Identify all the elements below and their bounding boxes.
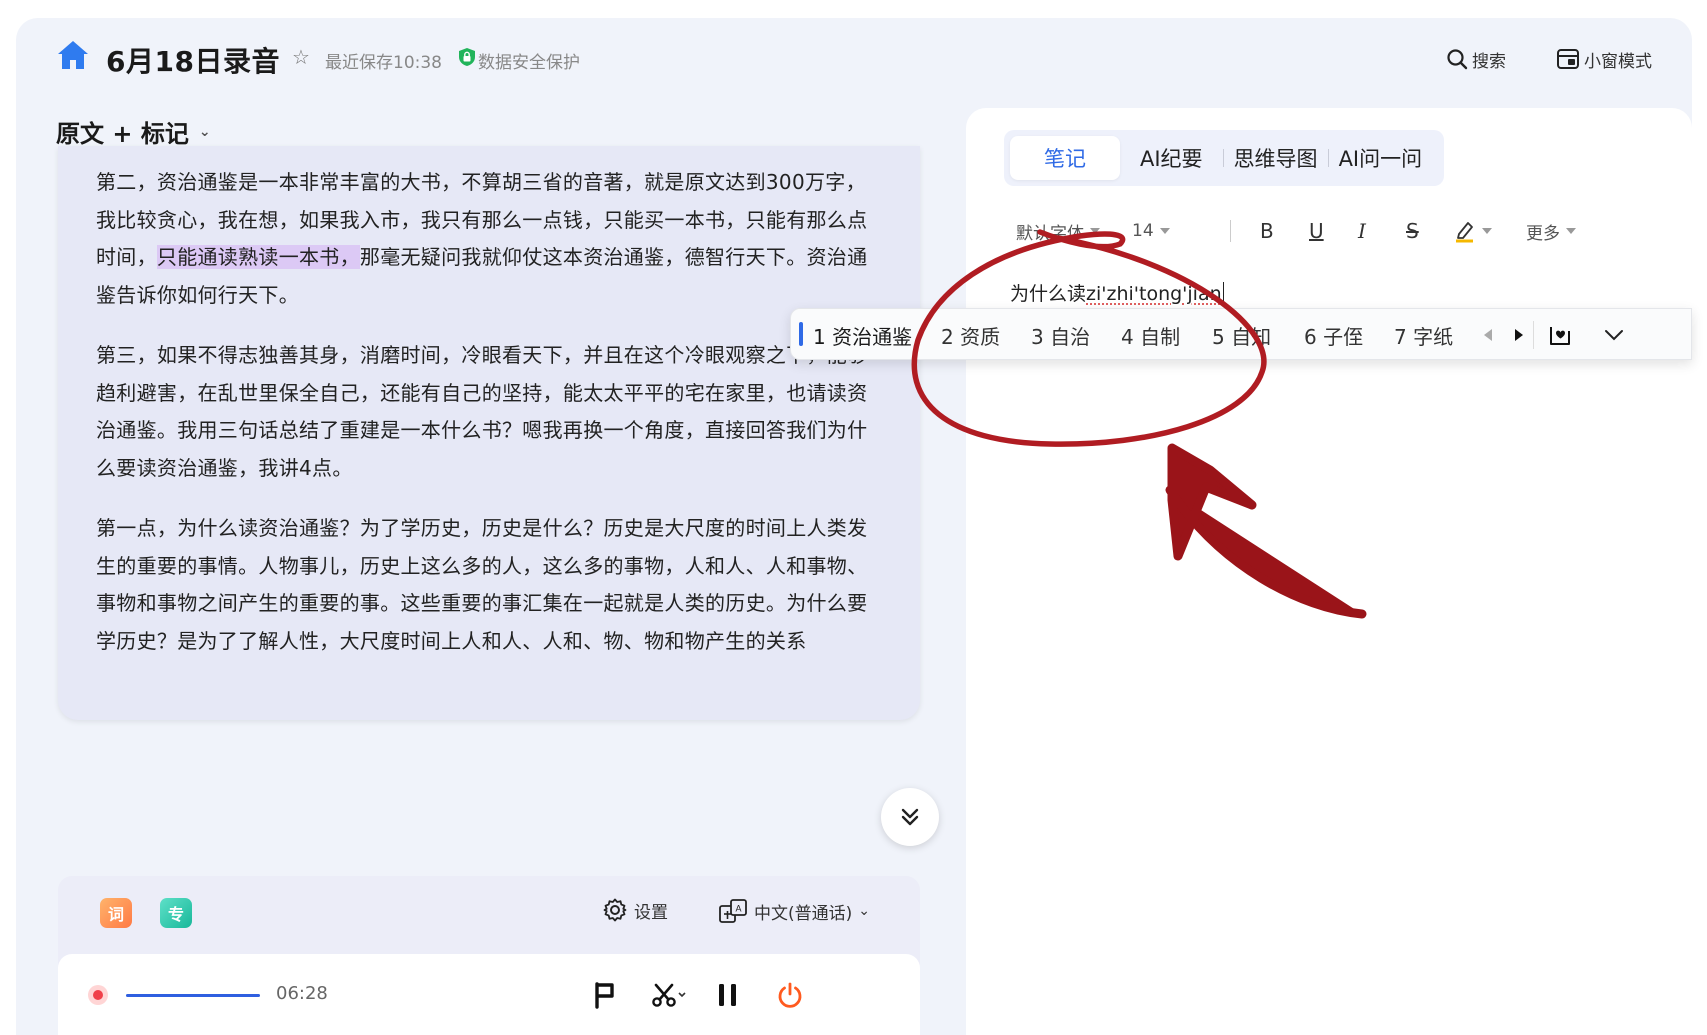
search-label: 搜索 — [1472, 51, 1506, 72]
language-dropdown[interactable]: A 中文(普通话) ⌄ — [718, 897, 870, 925]
gear-icon — [603, 898, 627, 922]
terminology-tag-button[interactable]: 专 — [160, 898, 192, 928]
tab-notes[interactable]: 笔记 — [1010, 136, 1120, 180]
recording-player: 06:28 — [58, 954, 920, 1035]
ime-candidate-bar: 1 资治通鉴 2 资质 3 自治 4 自制 5 自知 6 子侄 7 字纸 — [790, 308, 1692, 360]
ime-candidate-7[interactable]: 7 字纸 — [1394, 321, 1453, 350]
mini-window-button[interactable]: 小窗模式 — [1556, 44, 1652, 74]
tab-mind-map[interactable]: 思维导图 — [1224, 136, 1328, 180]
chevron-down-icon: ⌄ — [198, 123, 211, 140]
translate-icon: A — [719, 899, 747, 923]
settings-button[interactable]: 设置 — [602, 897, 668, 923]
ime-favorite-button[interactable] — [1546, 321, 1576, 349]
text-cursor — [1222, 282, 1225, 304]
heart-card-icon — [1550, 327, 1570, 345]
ime-candidate-5[interactable]: 5 自知 — [1212, 321, 1271, 350]
ime-divider — [1533, 321, 1534, 349]
language-label: 中文(普通话) — [754, 903, 853, 924]
mark-flag-button[interactable] — [588, 978, 622, 1012]
tab-ai-ask[interactable]: AI问一问 — [1329, 136, 1433, 180]
more-label: 更多 — [1526, 223, 1560, 244]
ime-expand-button[interactable] — [1599, 321, 1629, 349]
page-title: 6月18日录音 — [106, 45, 280, 78]
notes-tab-bar: 笔记 AI纪要 思维导图 AI问一问 — [1004, 130, 1444, 186]
format-toolbar: 默认字体 14 B U I S 更多 — [966, 216, 1692, 246]
chevron-down-icon — [1605, 330, 1623, 341]
font-size-value: 14 — [1132, 221, 1154, 241]
caret-down-icon — [1159, 228, 1170, 234]
pause-button[interactable] — [711, 978, 745, 1012]
save-status: 最近保存10:38 — [325, 53, 442, 73]
bold-button[interactable]: B — [1260, 216, 1274, 246]
pause-icon — [719, 984, 736, 1006]
ime-selection-marker — [799, 322, 803, 346]
chevron-down-icon: ⌄ — [858, 903, 870, 919]
transcript-panel[interactable]: 第二，资治通鉴是一本非常丰富的大书，不算胡三省的音著，就是原文达到300万字，我… — [58, 146, 920, 720]
shield-lock-icon — [459, 48, 475, 66]
double-chevron-down-icon — [901, 808, 919, 826]
scroll-to-bottom-button[interactable] — [881, 788, 939, 846]
stop-recording-button[interactable] — [773, 978, 807, 1012]
more-format-button[interactable]: 更多 — [1526, 216, 1576, 246]
triangle-right-icon — [1515, 329, 1523, 341]
strikethrough-button[interactable]: S — [1406, 216, 1419, 246]
notes-panel: 笔记 AI纪要 思维导图 AI问一问 默认字体 14 B U I S 更多 为什… — [966, 108, 1692, 1035]
recording-waveform — [126, 994, 260, 997]
scissors-icon — [652, 983, 686, 1007]
font-family-select[interactable]: 默认字体 — [1016, 216, 1100, 246]
star-icon[interactable]: ☆ — [292, 45, 310, 69]
svg-text:A: A — [735, 904, 741, 914]
caret-down-icon — [1090, 228, 1100, 234]
header: 6月18日录音 ☆ 最近保存10:38 数据安全保护 搜索 小窗模式 — [16, 18, 1692, 98]
toolbar-divider — [1230, 220, 1231, 242]
view-mode-label: 原文 + 标记 — [56, 120, 189, 148]
ime-candidate-4[interactable]: 4 自制 — [1121, 321, 1180, 350]
recording-time: 06:28 — [276, 983, 328, 1004]
caret-down-icon — [1566, 228, 1576, 234]
settings-label: 设置 — [634, 902, 668, 923]
transcript-paragraph[interactable]: 第二，资治通鉴是一本非常丰富的大书，不算胡三省的音著，就是原文达到300万字，我… — [96, 164, 882, 314]
home-icon[interactable] — [56, 39, 90, 71]
ime-next-page-button[interactable] — [1507, 321, 1531, 349]
mini-window-label: 小窗模式 — [1584, 51, 1652, 72]
font-size-select[interactable]: 14 — [1132, 216, 1170, 246]
search-icon — [1447, 49, 1468, 70]
ime-prev-page-button[interactable] — [1476, 321, 1500, 349]
ime-candidate-1[interactable]: 1 资治通鉴 — [813, 321, 912, 350]
flag-icon — [595, 982, 614, 1009]
ime-composition: zi'zhi'tong'jian — [1086, 283, 1222, 305]
transcript-paragraph[interactable]: 第一点，为什么读资治通鉴？为了学历史，历史是什么？历史是大尺度的时间上人类发生的… — [96, 510, 882, 660]
security-label: 数据安全保护 — [478, 53, 580, 73]
highlighter-icon — [1456, 222, 1473, 243]
underline-button[interactable]: U — [1309, 216, 1324, 246]
clip-button[interactable] — [648, 978, 692, 1012]
window-icon — [1557, 49, 1579, 69]
caret-down-icon — [1482, 228, 1492, 234]
tab-ai-summary[interactable]: AI纪要 — [1120, 136, 1223, 180]
bottom-toolbar: 词 专 设置 A 中文(普通话) ⌄ 06:28 — [58, 876, 920, 1035]
ime-candidate-2[interactable]: 2 资质 — [941, 321, 1000, 350]
editor-text: 为什么读 — [1010, 283, 1087, 305]
power-icon — [778, 982, 802, 1008]
font-family-value: 默认字体 — [1016, 223, 1084, 244]
note-editor[interactable]: 为什么读zi'zhi'tong'jian — [1010, 279, 1225, 306]
app-window: 6月18日录音 ☆ 最近保存10:38 数据安全保护 搜索 小窗模式 原文 + … — [16, 18, 1692, 1035]
triangle-left-icon — [1484, 329, 1492, 341]
highlight-color-button[interactable] — [1454, 216, 1492, 246]
view-mode-dropdown[interactable]: 原文 + 标记 ⌄ — [56, 114, 211, 149]
italic-button[interactable]: I — [1358, 216, 1366, 246]
ime-candidate-3[interactable]: 3 自治 — [1031, 321, 1090, 350]
highlighted-text[interactable]: 只能通读熟读一本书， — [156, 245, 360, 269]
recording-indicator-icon — [88, 985, 108, 1005]
transcript-paragraph[interactable]: 第三，如果不得志独善其身，消磨时间，冷眼看天下，并且在这个冷眼观察之下，能够趋利… — [96, 337, 882, 487]
search-button[interactable]: 搜索 — [1446, 44, 1506, 74]
ime-candidate-6[interactable]: 6 子侄 — [1304, 321, 1363, 350]
vocabulary-tag-button[interactable]: 词 — [100, 898, 132, 928]
